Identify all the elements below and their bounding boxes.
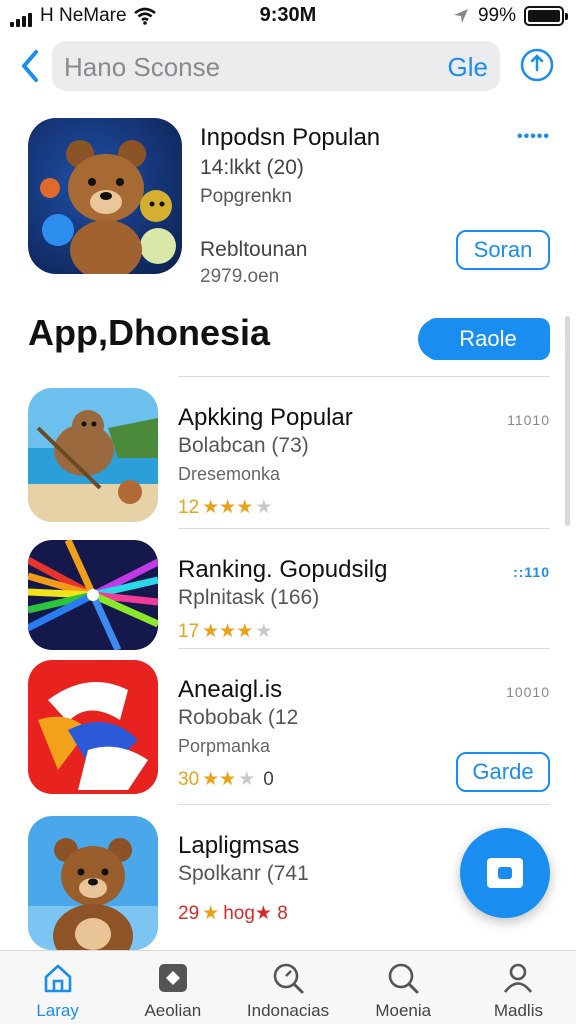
app-icon-rainbow	[28, 540, 158, 650]
featured-app-icon	[28, 118, 182, 274]
home-icon	[44, 964, 71, 993]
app-icon-beaver	[28, 388, 158, 522]
rating-number: 17	[178, 620, 200, 642]
floating-action-button[interactable]	[460, 828, 550, 918]
row-more-icon[interactable]: 11010	[507, 412, 550, 428]
section-button-label: Raole	[459, 326, 517, 351]
app-rating: 12 ★★★ ★	[178, 496, 272, 519]
rating-number: 30	[178, 768, 200, 790]
status-bar: H NeMare 9:30M 99%	[0, 0, 576, 34]
battery-icon	[524, 6, 568, 26]
app-category: Dresemonka	[178, 464, 281, 484]
battery-percent: 99%	[477, 5, 516, 26]
search-icon	[273, 963, 304, 994]
app-icon-bear	[28, 816, 158, 950]
share-icon[interactable]	[520, 48, 554, 82]
search-icon	[388, 963, 419, 994]
app-rating: 29 ★ hog★ 8	[178, 902, 288, 925]
camera-icon	[487, 858, 523, 888]
tab-bar: Laray Aeolian Indonacias Moenia Madlis	[0, 950, 576, 1024]
row-divider	[178, 804, 550, 805]
app-name: Ranking. Gopudsilg	[178, 556, 388, 583]
tab-label: Moenia	[375, 1001, 432, 1020]
tab-label: Aeolian	[144, 1001, 202, 1020]
app-category: Porpmanka	[178, 736, 271, 756]
tab-label: Madlis	[493, 1001, 543, 1020]
search-go-button[interactable]: Gle	[448, 52, 488, 83]
app-rating: 30 ★★ ★ 0	[178, 768, 274, 791]
tab-moenia[interactable]: Moenia	[346, 951, 461, 1024]
rating-suffix: hog★ 8	[223, 903, 288, 924]
star-empty-icon: ★	[255, 497, 273, 518]
app-icon-abstract	[28, 660, 158, 794]
person-icon	[504, 963, 533, 993]
featured-app[interactable]: Inpodsn Populan 14:lkkt (20) Popgrenkn R…	[0, 116, 576, 287]
app-meta: Spolkanr (741	[178, 862, 309, 885]
featured-title: Inpodsn Populan	[200, 124, 381, 151]
app-name: Aneaigl.is	[178, 676, 283, 703]
tab-laray[interactable]: Laray	[0, 951, 115, 1024]
rating-suffix: 0	[263, 768, 274, 790]
row-more-icon[interactable]: 10010	[506, 684, 550, 700]
star-icon: ★★★	[202, 497, 254, 518]
row-divider	[178, 528, 550, 529]
star-icon: ★	[202, 903, 220, 924]
featured-size: 2979.oen	[200, 266, 280, 287]
apps-icon	[158, 964, 187, 992]
app-meta: Robobak (12	[178, 706, 299, 729]
app-name: Apkking Popular	[178, 404, 353, 431]
app-name: Lapligmsas	[178, 832, 300, 859]
featured-get-button[interactable]: Soran	[456, 230, 550, 270]
star-icon: ★★★	[202, 621, 254, 642]
location-icon	[453, 9, 468, 23]
back-chevron-icon[interactable]	[16, 46, 46, 86]
more-options-icon[interactable]: •••••	[517, 128, 550, 146]
tab-label: Indonacias	[246, 1001, 330, 1020]
rating-number: 12	[178, 496, 200, 518]
get-button[interactable]: Garde	[456, 752, 550, 792]
section-see-all-button[interactable]: Raole	[418, 318, 550, 360]
section-title: App,Dhonesia	[28, 312, 271, 353]
star-empty-icon: ★	[238, 769, 256, 790]
rating-number: 29	[178, 902, 200, 924]
search-field[interactable]: Hano Sconse Gle	[52, 41, 500, 91]
featured-subtitle: 14:lkkt (20)	[200, 156, 304, 179]
scrollbar[interactable]	[565, 316, 570, 526]
row-divider	[178, 648, 550, 649]
search-placeholder: Hano Sconse	[64, 52, 221, 82]
search-header: Hano Sconse Gle	[0, 38, 576, 94]
featured-developer: Rebltounan	[200, 238, 308, 261]
tab-label: Laray	[36, 1001, 79, 1020]
star-empty-icon: ★	[255, 621, 273, 642]
tab-aeolian[interactable]: Aeolian	[115, 951, 230, 1024]
tab-indonacias[interactable]: Indonacias	[230, 951, 345, 1024]
tab-madlis[interactable]: Madlis	[461, 951, 576, 1024]
app-meta: Bolabcan (73)	[178, 434, 309, 457]
app-meta: Rplnitask (166)	[178, 586, 320, 609]
row-more-icon[interactable]: ::110	[513, 564, 550, 580]
status-right: 99%	[452, 5, 568, 27]
row-divider	[178, 376, 550, 377]
star-icon: ★★	[202, 769, 237, 790]
featured-category: Popgrenkn	[200, 186, 292, 207]
app-rating: 17 ★★★ ★	[178, 620, 272, 643]
